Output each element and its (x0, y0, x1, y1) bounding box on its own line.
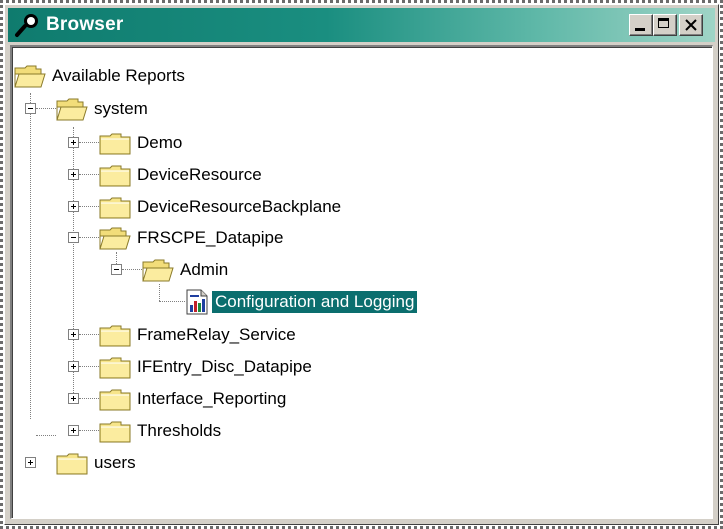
tree-connector (79, 366, 99, 367)
tree-connector (79, 334, 99, 335)
tree-connector (159, 284, 160, 301)
collapse-admin-button[interactable] (111, 264, 122, 275)
tree-node-available-reports[interactable]: Available Reports (14, 60, 188, 92)
expand-ifentry-disc-datapipe-button[interactable] (68, 361, 79, 372)
tree-connector (79, 430, 99, 431)
tree-connector (79, 142, 99, 143)
expand-framerelay-service-button[interactable] (68, 329, 79, 340)
tree-connector (79, 398, 99, 399)
folder-icon (56, 451, 88, 475)
folder-icon (99, 387, 131, 411)
expand-deviceresource-button[interactable] (68, 169, 79, 180)
collapse-frscpe-datapipe-button[interactable] (68, 232, 79, 243)
tree-node-users[interactable]: users (56, 447, 139, 479)
node-label: FrameRelay_Service (137, 325, 296, 344)
folder-icon (99, 323, 131, 347)
tree-node-framerelay-service[interactable]: FrameRelay_Service (99, 319, 299, 351)
tree-connector (36, 108, 56, 109)
open-folder-icon (56, 97, 88, 121)
tree-node-admin[interactable]: Admin (142, 254, 231, 286)
folder-icon (99, 355, 131, 379)
maximize-icon (658, 18, 669, 28)
tree-node-configuration-and-logging[interactable]: Configuration and Logging (186, 286, 418, 318)
tree-node-ifentry-disc-datapipe[interactable]: IFEntry_Disc_Datapipe (99, 351, 315, 383)
node-label: FRSCPE_Datapipe (137, 228, 284, 247)
node-label: DeviceResourceBackplane (137, 197, 342, 216)
expand-interface-reporting-button[interactable] (68, 393, 79, 404)
open-folder-icon (99, 226, 131, 250)
folder-icon (99, 131, 131, 155)
tree-node-deviceresourcebackplane[interactable]: DeviceResourceBackplane (99, 191, 344, 223)
title-bar[interactable]: Browser (8, 8, 715, 42)
tree-connector (79, 174, 99, 175)
tree-node-deviceresource[interactable]: DeviceResource (99, 159, 265, 191)
node-label: IFEntry_Disc_Datapipe (137, 357, 312, 376)
tree-connector (79, 206, 99, 207)
minimize-icon (635, 28, 645, 31)
open-folder-icon (142, 258, 174, 282)
tree-connector (30, 93, 31, 419)
node-label: Available Reports (52, 66, 185, 85)
folder-icon (99, 195, 131, 219)
node-label: users (94, 453, 136, 472)
magnifier-icon (15, 14, 38, 37)
node-label: Configuration and Logging (212, 291, 418, 313)
collapse-system-button[interactable] (25, 103, 36, 114)
node-label: Admin (180, 260, 229, 279)
node-label: DeviceResource (137, 165, 262, 184)
node-label: Demo (137, 133, 183, 152)
node-label: system (94, 99, 148, 118)
tree-connector (36, 435, 56, 436)
close-button[interactable] (679, 14, 703, 36)
tree-node-system[interactable]: system (56, 93, 151, 125)
node-label: Interface_Reporting (137, 389, 287, 408)
tree-node-frscpe-datapipe[interactable]: FRSCPE_Datapipe (99, 222, 286, 254)
expand-users-button[interactable] (25, 457, 36, 468)
window-title: Browser (46, 14, 124, 35)
maximize-button[interactable] (653, 14, 677, 36)
open-folder-icon (14, 64, 46, 88)
report-icon (186, 289, 208, 315)
report-tree-panel[interactable]: Available Reports system Demo DeviceReso… (10, 45, 713, 519)
folder-icon (99, 419, 131, 443)
minimize-button[interactable] (629, 14, 653, 36)
expand-deviceresourcebackplane-button[interactable] (68, 201, 79, 212)
report-tree: Available Reports system Demo DeviceReso… (12, 47, 712, 518)
expand-demo-button[interactable] (68, 137, 79, 148)
browser-window: Browser Available Reports system Demo De… (4, 4, 719, 525)
close-icon (685, 19, 697, 31)
tree-node-demo[interactable]: Demo (99, 127, 185, 159)
folder-icon (99, 163, 131, 187)
tree-node-thresholds[interactable]: Thresholds (99, 415, 224, 447)
tree-node-interface-reporting[interactable]: Interface_Reporting (99, 383, 289, 415)
expand-thresholds-button[interactable] (68, 425, 79, 436)
node-label: Thresholds (137, 421, 222, 440)
tree-connector (79, 237, 99, 238)
tree-connector (122, 269, 142, 270)
tree-connector (159, 301, 185, 302)
